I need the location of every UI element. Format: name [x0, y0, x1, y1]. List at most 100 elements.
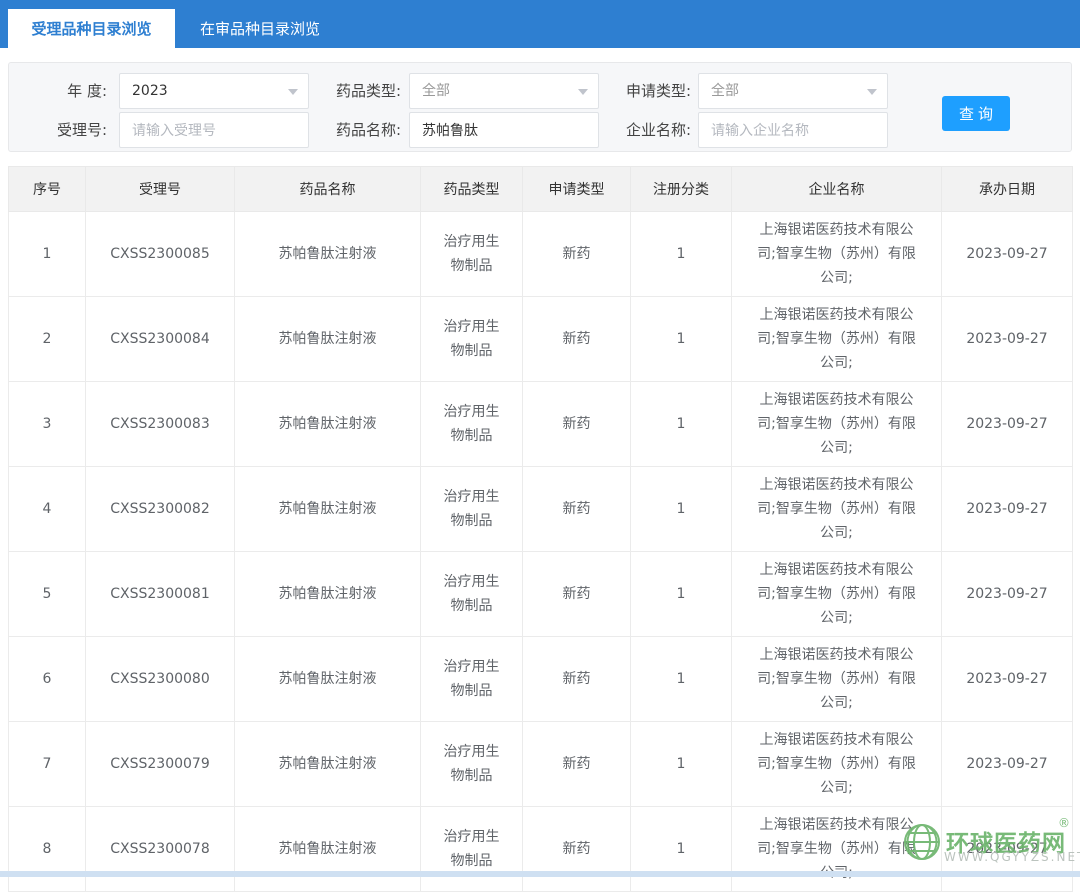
cell-seq: 1 [9, 212, 86, 297]
col-header-company: 企业名称 [732, 167, 942, 212]
company-name-input[interactable] [698, 112, 888, 148]
col-header-acceptance-no: 受理号 [86, 167, 235, 212]
cell-apply-type: 新药 [523, 722, 631, 807]
cell-reg-class: 1 [631, 467, 732, 552]
cell-acceptance-no: CXSS2300080 [86, 637, 235, 722]
page: { "colors": { "header_blue": "#2e7fd1", … [0, 0, 1080, 877]
cell-drug-type: 治疗用生物制品 [421, 382, 523, 467]
cell-accept-date: 2023-09-27 [942, 637, 1073, 722]
header-row: 序号 受理号 药品名称 药品类型 申请类型 注册分类 企业名称 承办日期 [9, 167, 1073, 212]
cell-accept-date: 2023-09-27 [942, 807, 1073, 892]
cell-drug-name: 苏帕鲁肽注射液 [235, 382, 421, 467]
cell-drug-type: 治疗用生物制品 [421, 297, 523, 382]
cell-company: 上海银诺医药技术有限公司;智享生物（苏州）有限公司; [732, 382, 942, 467]
col-header-drug-name: 药品名称 [235, 167, 421, 212]
drug-name-label: 药品名称: [309, 112, 401, 148]
table-row: 6 CXSS2300080 苏帕鲁肽注射液 治疗用生物制品 新药 1 上海银诺医… [9, 637, 1073, 722]
cell-reg-class: 1 [631, 212, 732, 297]
tab-under-review-catalog[interactable]: 在审品种目录浏览 [175, 9, 345, 48]
cell-apply-type: 新药 [523, 637, 631, 722]
tab-bar: 受理品种目录浏览 在审品种目录浏览 [0, 0, 1080, 48]
cell-drug-name: 苏帕鲁肽注射液 [235, 637, 421, 722]
cell-seq: 6 [9, 637, 86, 722]
year-label: 年 度: [9, 73, 107, 109]
cell-drug-type: 治疗用生物制品 [421, 807, 523, 892]
drug-name-input[interactable] [409, 112, 599, 148]
table-header: 序号 受理号 药品名称 药品类型 申请类型 注册分类 企业名称 承办日期 [9, 167, 1073, 212]
chevron-down-icon [867, 89, 877, 95]
cell-reg-class: 1 [631, 637, 732, 722]
acceptance-no-input[interactable] [119, 112, 309, 148]
cell-company: 上海银诺医药技术有限公司;智享生物（苏州）有限公司; [732, 212, 942, 297]
cell-accept-date: 2023-09-27 [942, 212, 1073, 297]
cell-acceptance-no: CXSS2300078 [86, 807, 235, 892]
cell-drug-type: 治疗用生物制品 [421, 637, 523, 722]
cell-reg-class: 1 [631, 807, 732, 892]
col-header-seq: 序号 [9, 167, 86, 212]
cell-accept-date: 2023-09-27 [942, 552, 1073, 637]
cell-company: 上海银诺医药技术有限公司;智享生物（苏州）有限公司; [732, 467, 942, 552]
cell-apply-type: 新药 [523, 467, 631, 552]
acceptance-no-label: 受理号: [9, 112, 107, 148]
tab-accepted-catalog[interactable]: 受理品种目录浏览 [8, 9, 175, 48]
year-select[interactable]: 2023 [119, 73, 309, 109]
horizontal-scrollbar[interactable] [0, 871, 1080, 877]
cell-seq: 7 [9, 722, 86, 807]
company-name-label: 企业名称: [599, 112, 691, 148]
drug-type-label: 药品类型: [309, 73, 401, 109]
cell-drug-type: 治疗用生物制品 [421, 722, 523, 807]
cell-drug-name: 苏帕鲁肽注射液 [235, 297, 421, 382]
cell-accept-date: 2023-09-27 [942, 382, 1073, 467]
cell-acceptance-no: CXSS2300079 [86, 722, 235, 807]
cell-apply-type: 新药 [523, 382, 631, 467]
cell-seq: 2 [9, 297, 86, 382]
apply-type-label: 申请类型: [599, 73, 691, 109]
cell-drug-type: 治疗用生物制品 [421, 467, 523, 552]
cell-reg-class: 1 [631, 552, 732, 637]
table-row: 3 CXSS2300083 苏帕鲁肽注射液 治疗用生物制品 新药 1 上海银诺医… [9, 382, 1073, 467]
cell-seq: 8 [9, 807, 86, 892]
cell-acceptance-no: CXSS2300083 [86, 382, 235, 467]
cell-acceptance-no: CXSS2300081 [86, 552, 235, 637]
results-table: 序号 受理号 药品名称 药品类型 申请类型 注册分类 企业名称 承办日期 1 C… [8, 166, 1073, 892]
col-header-accept-date: 承办日期 [942, 167, 1073, 212]
cell-drug-name: 苏帕鲁肽注射液 [235, 722, 421, 807]
drug-type-select-value: 全部 [422, 83, 450, 99]
apply-type-select[interactable]: 全部 [698, 73, 888, 109]
table-row: 2 CXSS2300084 苏帕鲁肽注射液 治疗用生物制品 新药 1 上海银诺医… [9, 297, 1073, 382]
cell-drug-name: 苏帕鲁肽注射液 [235, 467, 421, 552]
cell-acceptance-no: CXSS2300084 [86, 297, 235, 382]
cell-reg-class: 1 [631, 722, 732, 807]
cell-acceptance-no: CXSS2300085 [86, 212, 235, 297]
table-body: 1 CXSS2300085 苏帕鲁肽注射液 治疗用生物制品 新药 1 上海银诺医… [9, 212, 1073, 892]
cell-company: 上海银诺医药技术有限公司;智享生物（苏州）有限公司; [732, 807, 942, 892]
drug-type-select[interactable]: 全部 [409, 73, 599, 109]
cell-apply-type: 新药 [523, 807, 631, 892]
table-row: 7 CXSS2300079 苏帕鲁肽注射液 治疗用生物制品 新药 1 上海银诺医… [9, 722, 1073, 807]
cell-drug-name: 苏帕鲁肽注射液 [235, 807, 421, 892]
cell-reg-class: 1 [631, 382, 732, 467]
table-row: 8 CXSS2300078 苏帕鲁肽注射液 治疗用生物制品 新药 1 上海银诺医… [9, 807, 1073, 892]
cell-seq: 3 [9, 382, 86, 467]
cell-reg-class: 1 [631, 297, 732, 382]
cell-company: 上海银诺医药技术有限公司;智享生物（苏州）有限公司; [732, 552, 942, 637]
cell-acceptance-no: CXSS2300082 [86, 467, 235, 552]
cell-company: 上海银诺医药技术有限公司;智享生物（苏州）有限公司; [732, 722, 942, 807]
cell-drug-name: 苏帕鲁肽注射液 [235, 552, 421, 637]
col-header-reg-class: 注册分类 [631, 167, 732, 212]
cell-company: 上海银诺医药技术有限公司;智享生物（苏州）有限公司; [732, 637, 942, 722]
table-row: 4 CXSS2300082 苏帕鲁肽注射液 治疗用生物制品 新药 1 上海银诺医… [9, 467, 1073, 552]
cell-seq: 4 [9, 467, 86, 552]
year-select-value: 2023 [132, 83, 168, 99]
cell-accept-date: 2023-09-27 [942, 467, 1073, 552]
cell-accept-date: 2023-09-27 [942, 297, 1073, 382]
cell-drug-type: 治疗用生物制品 [421, 552, 523, 637]
search-button[interactable]: 查询 [942, 96, 1010, 131]
cell-apply-type: 新药 [523, 212, 631, 297]
cell-apply-type: 新药 [523, 297, 631, 382]
col-header-drug-type: 药品类型 [421, 167, 523, 212]
cell-seq: 5 [9, 552, 86, 637]
chevron-down-icon [288, 89, 298, 95]
cell-drug-type: 治疗用生物制品 [421, 212, 523, 297]
table-row: 1 CXSS2300085 苏帕鲁肽注射液 治疗用生物制品 新药 1 上海银诺医… [9, 212, 1073, 297]
